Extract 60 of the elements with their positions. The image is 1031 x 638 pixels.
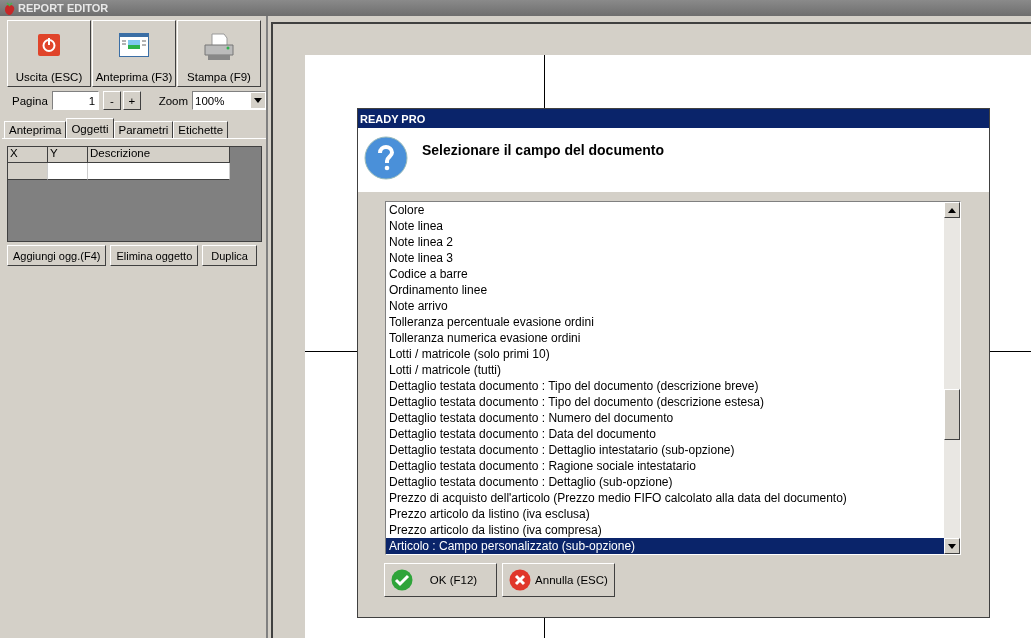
dialog-button[interactable]: OK (F12) <box>384 563 497 597</box>
list-item[interactable]: Tolleranza numerica evasione ordini <box>386 330 944 346</box>
window-title: REPORT EDITOR <box>18 2 109 14</box>
table-cell <box>48 163 88 180</box>
list-item[interactable]: Note linea 2 <box>386 234 944 250</box>
list-item[interactable]: Dettaglio testata documento : Dettaglio (sub-opzione) <box>386 474 944 490</box>
zoom-label: Zoom <box>158 94 189 107</box>
list-item[interactable]: Ordinamento linee <box>386 282 944 298</box>
list-item[interactable]: Note arrivo <box>386 298 944 314</box>
next-page-button[interactable]: + <box>122 91 141 110</box>
previous-page-button[interactable]: - <box>103 91 121 110</box>
strawberry-icon <box>4 1 15 15</box>
list-item[interactable]: Lotti / matricole (solo primi 10) <box>386 346 944 362</box>
tab[interactable]: Etichette <box>173 121 229 138</box>
cross-icon <box>509 569 531 591</box>
question-icon <box>364 136 408 180</box>
table-cell <box>8 163 48 180</box>
toolbar-button[interactable]: Anteprima (F3) <box>92 20 176 87</box>
printer-icon <box>203 33 235 61</box>
list-item[interactable]: Prezzo di acquisto dell'articolo (Prezzo medio FIFO calcolato alla data del documento) <box>386 490 944 506</box>
column-header: Y <box>48 147 88 163</box>
list-item[interactable]: Dettaglio testata documento : Data del documento <box>386 426 944 442</box>
column-header: X <box>8 147 48 163</box>
dialog-message: Selezionare il campo del documento <box>422 142 664 158</box>
caret-icon <box>251 93 265 108</box>
zoom-dropdown[interactable]: 100% <box>192 91 266 110</box>
list-item[interactable]: Note linea <box>386 218 944 234</box>
object-button[interactable]: Duplica <box>202 245 257 266</box>
toolbar-button[interactable]: Stampa (F9) <box>177 20 261 87</box>
power-icon <box>37 33 61 57</box>
column-header: Descrizione <box>88 147 230 163</box>
check-icon <box>391 569 413 591</box>
list-item[interactable]: Codice a barre <box>386 266 944 282</box>
list-item[interactable]: Note linea 3 <box>386 250 944 266</box>
list-item[interactable]: Colore <box>386 202 944 218</box>
object-button[interactable]: Aggiungi ogg.(F4) <box>7 245 107 266</box>
page-label: Pagina <box>12 94 48 107</box>
scrollbar[interactable] <box>944 202 960 554</box>
tab[interactable]: Oggetti <box>66 118 114 138</box>
scroll-down-icon[interactable] <box>948 543 956 549</box>
window-preview-icon <box>119 33 149 57</box>
list-item[interactable]: Prezzo articolo da listino (iva esclusa) <box>386 506 944 522</box>
scroll-up-icon[interactable] <box>948 207 956 213</box>
dialog-button[interactable]: Annulla (ESC) <box>502 563 615 597</box>
object-button[interactable]: Elimina oggetto <box>110 245 199 266</box>
scroll-thumb[interactable] <box>944 389 960 440</box>
list-item[interactable]: Prezzo articolo da listino (iva compresa) <box>386 522 944 538</box>
list-item[interactable]: Tolleranza percentuale evasione ordini <box>386 314 944 330</box>
list-item[interactable]: Dettaglio testata documento : Tipo del documento (descrizione estesa) <box>386 394 944 410</box>
list-item[interactable]: Dettaglio testata documento : Ragione sociale intestatario <box>386 458 944 474</box>
list-item[interactable]: Dettaglio testata documento : Tipo del documento (descrizione breve) <box>386 378 944 394</box>
list-item[interactable]: Lotti / matricole (tutti) <box>386 362 944 378</box>
toolbar-button[interactable]: Uscita (ESC) <box>7 20 91 87</box>
list-item[interactable]: Dettaglio testata documento : Numero del documento <box>386 410 944 426</box>
page-field[interactable]: 1 <box>51 91 100 110</box>
tab[interactable]: Anteprima <box>4 121 67 138</box>
list-item[interactable]: Articolo : Campo personalizzato (sub-opzione) <box>386 538 944 554</box>
dialog-title: READY PRO <box>358 109 989 128</box>
tab[interactable]: Parametri <box>113 121 174 138</box>
list-item[interactable]: Dettaglio testata documento : Dettaglio intestatario (sub-opzione) <box>386 442 944 458</box>
